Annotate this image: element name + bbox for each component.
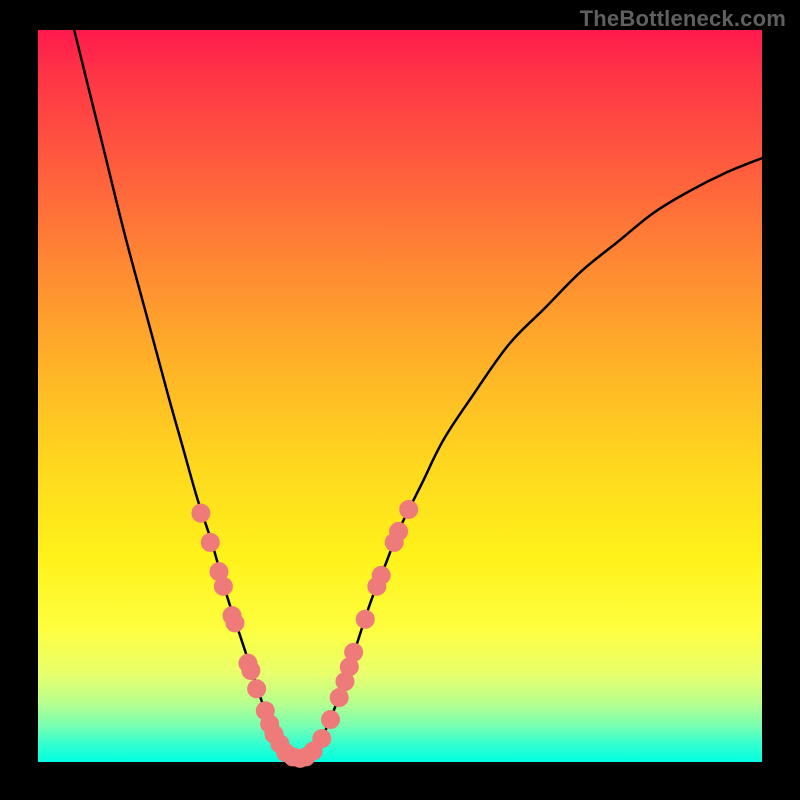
data-point <box>214 577 232 595</box>
bottleneck-curve <box>74 30 762 758</box>
data-point <box>201 533 219 551</box>
data-point <box>356 610 374 628</box>
data-point <box>372 566 390 584</box>
data-points <box>192 500 418 767</box>
data-point <box>242 662 260 680</box>
data-point <box>248 680 266 698</box>
chart-svg <box>38 30 762 762</box>
chart-container: TheBottleneck.com <box>0 0 800 800</box>
data-point <box>400 500 418 518</box>
data-point <box>345 643 363 661</box>
watermark-text: TheBottleneck.com <box>580 6 786 32</box>
data-point <box>322 711 340 729</box>
data-point <box>313 730 331 748</box>
data-point <box>226 614 244 632</box>
data-point <box>390 522 408 540</box>
plot-area <box>38 30 762 762</box>
data-point <box>192 504 210 522</box>
data-point <box>330 689 348 707</box>
